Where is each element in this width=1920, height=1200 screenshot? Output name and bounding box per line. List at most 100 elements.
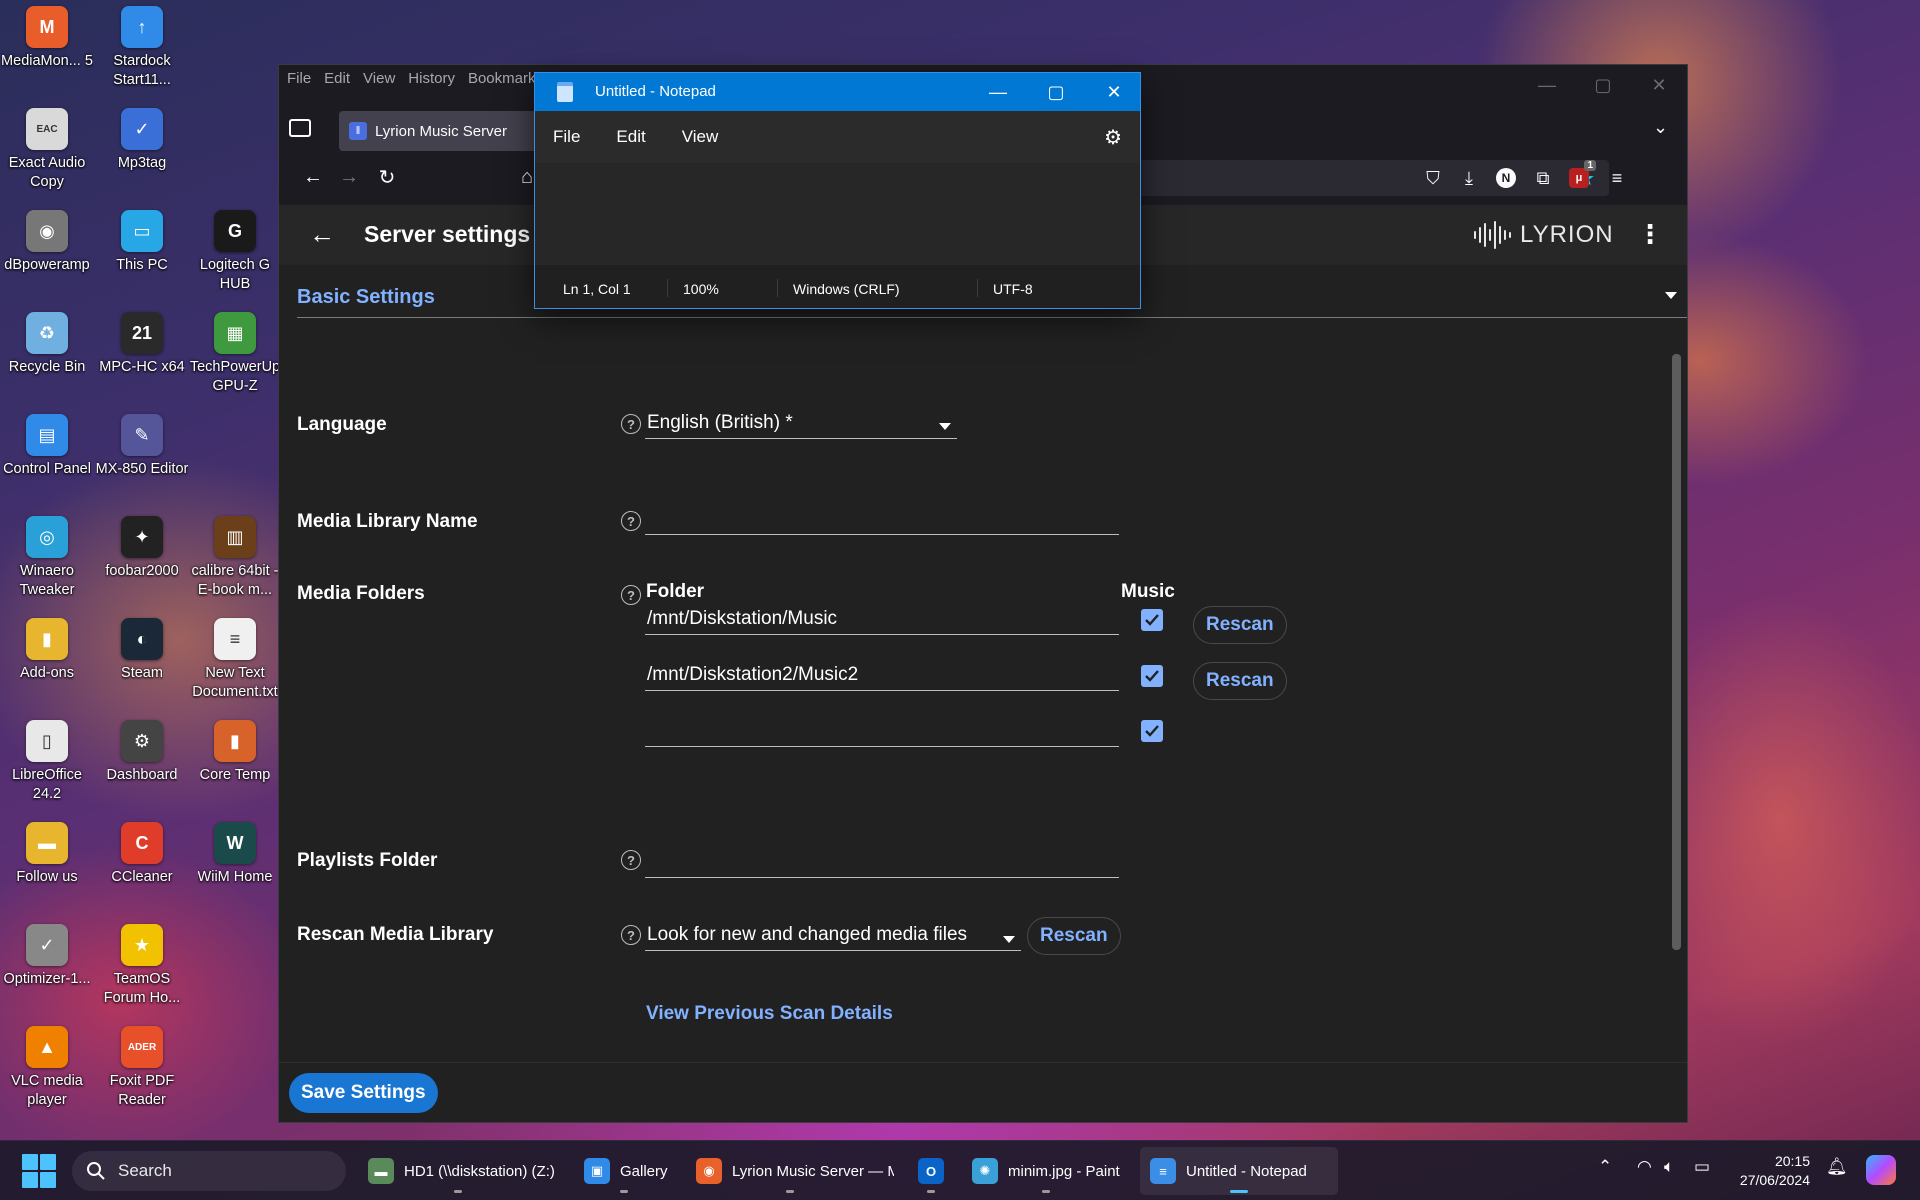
desktop-icon[interactable]: ▲ VLC media player [0,1020,94,1116]
menu-edit[interactable]: Edit [324,70,350,87]
taskbar-app[interactable]: ✺ minim.jpg - Paint [962,1147,1130,1195]
notepad-text-area[interactable] [535,163,1140,265]
desktop-icon[interactable]: ⚙ Dashboard [95,714,189,810]
list-all-tabs-icon[interactable]: ⌄ [1653,117,1668,138]
notepad-minimize-button[interactable]: — [969,73,1027,111]
taskbar-app[interactable]: ▬ HD1 (\\diskstation) (Z:) [358,1147,558,1195]
desktop-icon[interactable]: ◉ dBpoweramp [0,204,94,300]
menu-bookmarks[interactable]: Bookmarks [468,70,543,87]
desktop-icon[interactable]: ▯ LibreOffice 24.2 [0,714,94,810]
taskbar-app[interactable]: ▣ Gallery [574,1147,674,1195]
view-scan-details-link[interactable]: View Previous Scan Details [646,1003,893,1025]
rescan-mode-select[interactable]: Look for new and changed media files [645,919,1021,951]
volume-icon[interactable]: 🔈︎ [1664,1157,1674,1177]
tab-lyrion[interactable]: ǁ Lyrion Music Server [339,111,549,151]
desktop-icon[interactable]: ✓ Optimizer-1... [0,918,94,1014]
menu-file[interactable]: File [287,70,311,87]
desktop-icon[interactable]: ◐ Steam [95,612,189,708]
menu-view[interactable]: View [363,70,395,87]
notepad-maximize-button[interactable]: ▢ [1027,73,1085,111]
desktop-icon[interactable]: ✎ MX-850 Editor [95,408,189,504]
browser-maximize-button[interactable]: ▢ [1575,65,1631,105]
wifi-icon[interactable]: ◠ [1637,1157,1652,1177]
desktop-icon[interactable]: ↑ Stardock Start11... [95,0,189,96]
taskbar-app[interactable]: O [908,1147,954,1195]
notepad-menu-edit[interactable]: Edit [616,127,645,147]
pocket-icon[interactable]: ⛉ [1417,162,1449,194]
back-arrow-icon[interactable]: ← [309,219,335,250]
desktop-icon-label: MX-850 Editor [95,461,189,477]
language-help-icon[interactable]: ? [621,414,641,434]
menu-history[interactable]: History [408,70,455,87]
settings-gear-icon[interactable]: ⚙ [1104,125,1122,150]
desktop-icon[interactable]: ≡ New Text Document.txt [188,612,282,708]
extensions-icon[interactable]: ⧉ [1527,162,1559,194]
more-vert-icon[interactable]: ⋮ [1637,219,1663,250]
taskbar-clock[interactable]: 20:15 27/06/2024 [1730,1152,1810,1190]
desktop-icon[interactable]: M MediaMon... 5 [0,0,94,96]
section-expand-icon[interactable] [1665,292,1677,299]
notepad-titlebar[interactable]: Untitled - Notepad — ▢ ✕ [535,73,1140,111]
desktop-icon[interactable]: ▤ Control Panel [0,408,94,504]
desktop-icon[interactable]: W WiiM Home [188,816,282,912]
desktop-icon[interactable]: EAC Exact Audio Copy [0,102,94,198]
language-value: English (British) * [647,412,793,433]
desktop-icon[interactable]: G Logitech G HUB [188,204,282,300]
desktop-icon[interactable]: ▮ Add-ons [0,612,94,708]
reload-icon[interactable]: ↻ [369,159,405,195]
desktop-icon[interactable]: ▭ This PC [95,204,189,300]
copilot-icon[interactable] [1866,1155,1896,1185]
language-select[interactable]: English (British) * [645,407,957,439]
notepad-close-button[interactable]: ✕ [1085,73,1140,111]
save-settings-button[interactable]: Save Settings [289,1073,438,1113]
folder-input-3[interactable] [645,715,1119,747]
music-checkbox-1[interactable] [1141,609,1163,631]
notepad-menu-view[interactable]: View [682,127,719,147]
desktop-icon[interactable]: ▦ TechPowerUp GPU-Z [188,306,282,402]
taskbar-search-box[interactable]: Search [72,1151,346,1191]
folder-input-1[interactable]: /mnt/Diskstation/Music [645,603,1119,635]
rescan-folder-1-button[interactable]: Rescan [1193,606,1287,644]
profile-avatar[interactable]: N [1490,162,1522,194]
desktop-icon[interactable]: ♻ Recycle Bin [0,306,94,402]
desktop-icon[interactable]: 21 MPC-HC x64 [95,306,189,402]
library-name-help-icon[interactable]: ? [621,511,641,531]
start-button[interactable] [22,1154,56,1188]
taskbar-app[interactable]: ◉ Lyrion Music Server — M [686,1147,894,1195]
desktop-app-icon: ▯ [26,720,68,762]
desktop-icon[interactable]: ▥ calibre 64bit - E-book m... [188,510,282,606]
music-checkbox-3[interactable] [1141,720,1163,742]
folder-input-2[interactable]: /mnt/Diskstation2/Music2 [645,659,1119,691]
desktop-icon[interactable]: ✓ Mp3tag [95,102,189,198]
rescan-help-icon[interactable]: ? [621,925,641,945]
notifications-bell-icon[interactable]: 🔔︎ [1826,1157,1848,1177]
desktop-icon[interactable]: ★ TeamOS Forum Ho... [95,918,189,1014]
app-menu-icon[interactable]: ≡ [1601,162,1633,194]
browser-close-button[interactable]: ✕ [1631,65,1687,105]
desktop-icon[interactable]: ✦ foobar2000 [95,510,189,606]
rescan-folder-2-button[interactable]: Rescan [1193,662,1287,700]
playlists-folder-input[interactable] [645,846,1119,878]
playlists-help-icon[interactable]: ? [621,850,641,870]
battery-icon[interactable]: ▭ [1694,1157,1710,1177]
desktop-icon[interactable]: ◎ Winaero Tweaker [0,510,94,606]
back-icon[interactable]: ← [295,159,331,195]
tray-overflow-icon[interactable]: ⌃ [1598,1157,1612,1177]
rescan-library-button[interactable]: Rescan [1027,917,1121,955]
media-folders-help-icon[interactable]: ? [621,585,641,605]
desktop-icon[interactable]: ▮ Core Temp [188,714,282,810]
page-scrollbar[interactable] [1672,354,1681,950]
library-name-input[interactable] [645,503,1119,535]
forward-icon[interactable]: → [331,159,367,195]
page-title: Server settings • [364,221,545,247]
ublock-icon[interactable]: μ 1 [1563,160,1596,194]
desktop-icon[interactable]: ADER Foxit PDF Reader [95,1020,189,1116]
taskbar-app[interactable]: ≡ Untitled - Notepad [1140,1147,1338,1195]
browser-minimize-button[interactable]: — [1519,65,1575,105]
notepad-menu-file[interactable]: File [553,127,580,147]
desktop-icon[interactable]: C CCleaner [95,816,189,912]
desktop-icon[interactable]: ▬ Follow us [0,816,94,912]
tab-list-icon[interactable] [289,119,311,137]
downloads-icon[interactable]: ⤓ [1453,162,1485,194]
music-checkbox-2[interactable] [1141,665,1163,687]
